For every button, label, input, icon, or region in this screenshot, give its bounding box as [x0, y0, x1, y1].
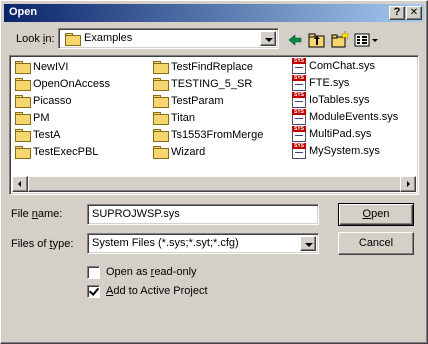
- readonly-label[interactable]: Open as read-only: [106, 266, 197, 278]
- folder-icon: [152, 112, 169, 126]
- cancel-button[interactable]: Cancel: [338, 232, 414, 255]
- folder-icon: [152, 146, 169, 160]
- sys-file-icon: [292, 109, 306, 126]
- filetype-dropdown-button[interactable]: [300, 236, 316, 251]
- folder-icon: [14, 95, 31, 109]
- sys-file-icon: [292, 92, 306, 109]
- list-item[interactable]: TestFindReplace: [152, 59, 253, 75]
- folder-icon: [14, 129, 31, 143]
- close-button[interactable]: ✕: [406, 6, 422, 20]
- list-item[interactable]: MySystem.sys: [292, 143, 380, 160]
- folder-icon: [14, 78, 31, 92]
- list-item[interactable]: FTE.sys: [292, 75, 349, 92]
- help-icon: ?: [393, 6, 401, 18]
- folder-icon: [152, 95, 169, 109]
- lookin-value: Examples: [84, 32, 133, 44]
- scroll-thumb[interactable]: [28, 176, 402, 192]
- window-title: Open: [9, 6, 38, 18]
- file-list[interactable]: NewIVI OpenOnAccess Picasso PM TestA Tes…: [9, 55, 419, 195]
- list-item[interactable]: ComChat.sys: [292, 58, 375, 75]
- list-item[interactable]: NewIVI: [14, 59, 68, 75]
- scroll-left-button[interactable]: [12, 176, 28, 192]
- list-item[interactable]: PM: [14, 110, 50, 126]
- list-item[interactable]: MultiPad.sys: [292, 126, 371, 143]
- help-button[interactable]: ?: [389, 6, 405, 20]
- view-menu-icon[interactable]: [353, 30, 381, 50]
- readonly-checkbox[interactable]: [87, 266, 100, 279]
- lookin-dropdown-button[interactable]: [260, 31, 276, 46]
- folder-icon: [152, 129, 169, 143]
- sys-file-icon: [292, 126, 306, 143]
- sys-file-icon: [292, 58, 306, 75]
- open-button[interactable]: Open: [338, 203, 414, 226]
- list-item[interactable]: IoTables.sys: [292, 92, 370, 109]
- list-item[interactable]: TestParam: [152, 93, 224, 109]
- add-to-project-checkbox[interactable]: [87, 285, 100, 298]
- list-item[interactable]: Titan: [152, 110, 195, 126]
- filename-input[interactable]: SUPROJWSP.sys: [87, 204, 319, 225]
- folder-icon: [14, 146, 31, 160]
- list-item[interactable]: TestA: [14, 127, 61, 143]
- folder-icon: [152, 61, 169, 75]
- list-item[interactable]: TESTING_5_SR: [152, 76, 252, 92]
- filetype-combobox[interactable]: System Files (*.sys;*.syt;*.cfg): [87, 233, 319, 254]
- list-item[interactable]: Ts1553FromMerge: [152, 127, 263, 143]
- lookin-combobox[interactable]: Examples: [58, 28, 279, 49]
- new-folder-icon[interactable]: [330, 30, 350, 50]
- sys-file-icon: [292, 143, 306, 160]
- filetype-value: System Files (*.sys;*.syt;*.cfg): [92, 237, 239, 249]
- close-icon: ✕: [409, 7, 419, 18]
- list-item[interactable]: ModuleEvents.sys: [292, 109, 398, 126]
- open-folder-icon: [64, 33, 81, 46]
- add-to-project-label[interactable]: Add to Active Project: [106, 285, 208, 297]
- filetype-label: Files of type:: [11, 238, 74, 250]
- back-arrow-icon[interactable]: [285, 30, 305, 50]
- folder-icon: [14, 61, 31, 75]
- list-item[interactable]: Wizard: [152, 144, 205, 160]
- horizontal-scrollbar[interactable]: [12, 176, 416, 192]
- open-dialog: Open ? ✕ Look in: Examples NewIVI OpenOn…: [0, 0, 428, 344]
- list-item[interactable]: Picasso: [14, 93, 72, 109]
- sys-file-icon: [292, 75, 306, 92]
- folder-icon: [14, 112, 31, 126]
- lookin-label: Look in:: [16, 33, 55, 45]
- list-item[interactable]: OpenOnAccess: [14, 76, 110, 92]
- folder-icon: [152, 78, 169, 92]
- filename-label: File name:: [11, 208, 63, 220]
- scroll-right-button[interactable]: [400, 176, 416, 192]
- title-bar[interactable]: Open ? ✕: [4, 4, 424, 22]
- list-item[interactable]: TestExecPBL: [14, 144, 98, 160]
- up-folder-icon[interactable]: [307, 30, 327, 50]
